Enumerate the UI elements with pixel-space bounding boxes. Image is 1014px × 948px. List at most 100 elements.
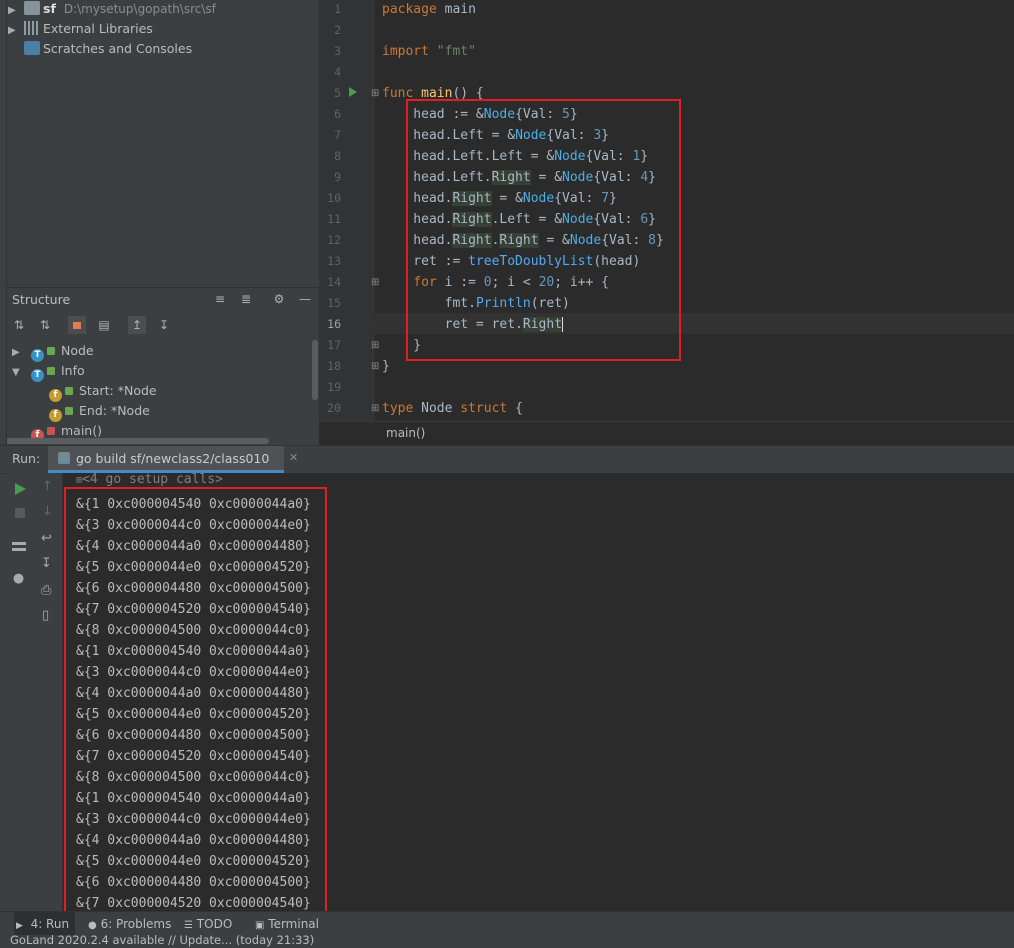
tool-window-label: 4: Run — [30, 917, 70, 931]
tree-item-external-libraries[interactable]: ▶ External Libraries — [8, 19, 153, 39]
run-tab-label: go build sf/newclass2/class010 — [76, 451, 270, 466]
line-number: 18 — [327, 359, 341, 373]
tree-item-scratches[interactable]: Scratches and Consoles — [8, 39, 192, 59]
structure-item-label: Start: *Node — [79, 383, 157, 398]
fold-icon[interactable]: ⊞ — [371, 88, 379, 99]
line-number: 10 — [327, 191, 341, 205]
structure-item-node[interactable]: ▶ T Node — [12, 341, 94, 363]
structure-item-info[interactable]: ▼ T Info — [12, 361, 85, 383]
print-icon[interactable]: ⎙ — [41, 583, 51, 598]
fold-icon[interactable]: ⊞ — [371, 403, 379, 414]
todo-icon: ☰ — [184, 920, 193, 931]
unlocked-icon — [65, 387, 73, 395]
line-number: 19 — [327, 380, 341, 394]
status-text[interactable]: GoLand 2020.2.4 available // Update... (… — [10, 933, 314, 948]
run-gutter-icon[interactable] — [349, 87, 357, 97]
console-actions: ↑ ↓ ↩ ↧ ⎙ ▯ — [34, 473, 63, 911]
chevron-right-icon[interactable]: ▶ — [8, 1, 24, 21]
status-bar: GoLand 2020.2.4 available // Update... (… — [0, 933, 1014, 948]
run-label: Run: — [12, 451, 41, 466]
folder-icon — [24, 1, 40, 15]
tree-item-label: sf — [43, 1, 56, 16]
tool-window-label: TODO — [196, 917, 233, 931]
pin-icon[interactable]: ● — [9, 569, 28, 588]
tree-item-label: External Libraries — [43, 21, 153, 36]
chevron-right-icon[interactable]: ▶ — [12, 343, 31, 363]
code-line: } — [382, 359, 390, 374]
minimize-icon[interactable]: — — [296, 290, 314, 308]
folder-icon[interactable]: ▤ — [95, 316, 113, 334]
line-number: 6 — [334, 107, 341, 121]
terminal-icon: ▣ — [255, 920, 265, 931]
line-number: 14 — [327, 275, 341, 289]
autoscroll-from-source-icon[interactable]: ↧ — [155, 316, 173, 334]
autoscroll-to-source-icon[interactable]: ↥ — [128, 316, 146, 334]
unlocked-icon — [47, 367, 55, 375]
unlocked-icon — [47, 347, 55, 355]
library-icon — [24, 21, 40, 35]
chevron-down-icon[interactable]: ▼ — [12, 363, 31, 383]
annotation-box-code — [406, 99, 681, 361]
lock-icon[interactable] — [68, 316, 86, 334]
structure-item-start[interactable]: f Start: *Node — [49, 381, 157, 402]
sort-type-icon[interactable]: ⇅ — [36, 316, 54, 334]
line-number: 9 — [334, 170, 341, 184]
code-line: package main — [382, 2, 476, 17]
structure-item-end[interactable]: f End: *Node — [49, 401, 150, 422]
line-number: 12 — [327, 233, 341, 247]
close-icon[interactable]: ✕ — [289, 451, 298, 464]
breadcrumb-item[interactable]: main() — [386, 426, 425, 440]
code-line: import "fmt" — [382, 44, 476, 59]
locked-icon — [47, 427, 55, 435]
gear-icon[interactable]: ⚙ — [270, 290, 288, 308]
type-icon: T — [31, 369, 44, 382]
line-number: 3 — [334, 44, 341, 58]
structure-item-label: Info — [61, 363, 85, 378]
scratches-icon — [24, 41, 40, 55]
editor-breadcrumb: main() — [319, 421, 1014, 446]
line-number: 20 — [327, 401, 341, 415]
setup-calls-fold[interactable]: ⊞<4 go setup calls> — [76, 473, 223, 487]
trash-icon[interactable]: ▯ — [42, 608, 49, 623]
expand-all-icon[interactable]: ≡ — [211, 290, 229, 308]
setup-calls-label: <4 go setup calls> — [82, 473, 223, 487]
line-number: 7 — [334, 128, 341, 142]
structure-title: Structure — [12, 292, 71, 307]
horizontal-scrollbar[interactable] — [6, 438, 269, 444]
soft-wrap-icon[interactable]: ↩ — [41, 531, 52, 546]
tree-item-path: D:\mysetup\gopath\src\sf — [63, 2, 216, 16]
project-panel: ▶ sf D:\mysetup\gopath\src\sf ▶ External L… — [0, 0, 319, 287]
fold-icon[interactable]: ⊞ — [371, 361, 379, 372]
rerun-icon[interactable] — [15, 483, 26, 495]
line-number: 4 — [334, 65, 341, 79]
arrow-down-icon[interactable]: ↓ — [42, 504, 53, 519]
line-number: 13 — [327, 254, 341, 268]
code-line: type Node struct { — [382, 401, 523, 416]
tool-window-label: Terminal — [268, 917, 319, 931]
arrow-up-icon[interactable]: ↑ — [42, 479, 53, 494]
structure-item-label: main() — [61, 423, 102, 438]
tool-window-label: 6: Problems — [100, 917, 172, 931]
collapse-all-icon[interactable]: ≣ — [237, 290, 255, 308]
fold-icon[interactable]: ⊞ — [371, 340, 379, 351]
fold-icon[interactable]: ⊞ — [371, 277, 379, 288]
sort-alpha-icon[interactable]: ⇅ — [10, 316, 28, 334]
play-icon: ▶ — [16, 921, 23, 931]
chevron-right-icon[interactable]: ▶ — [8, 21, 24, 41]
tree-item-label: Scratches and Consoles — [43, 41, 193, 56]
line-number: 5 — [334, 86, 341, 100]
line-number: 11 — [327, 212, 341, 226]
line-number: 2 — [334, 23, 341, 37]
problems-icon: ● — [88, 920, 97, 931]
line-number: 17 — [327, 338, 341, 352]
vertical-scrollbar[interactable] — [312, 340, 318, 400]
gopher-icon — [58, 452, 70, 464]
run-actions: ● — [6, 473, 34, 911]
tree-item-sf[interactable]: ▶ sf D:\mysetup\gopath\src\sf — [8, 0, 216, 19]
stop-icon[interactable] — [15, 508, 25, 518]
layout-icon[interactable] — [12, 542, 26, 551]
structure-panel: Structure ≡ ≣ ⚙ — ⇅ ⇅ ▤ ↥ ↧ ▶ T Node ▼ T Inf… — [6, 287, 319, 446]
scroll-to-end-icon[interactable]: ↧ — [41, 556, 52, 571]
run-config-tab[interactable]: go build sf/newclass2/class010 — [48, 446, 284, 473]
line-number: 15 — [327, 296, 341, 310]
